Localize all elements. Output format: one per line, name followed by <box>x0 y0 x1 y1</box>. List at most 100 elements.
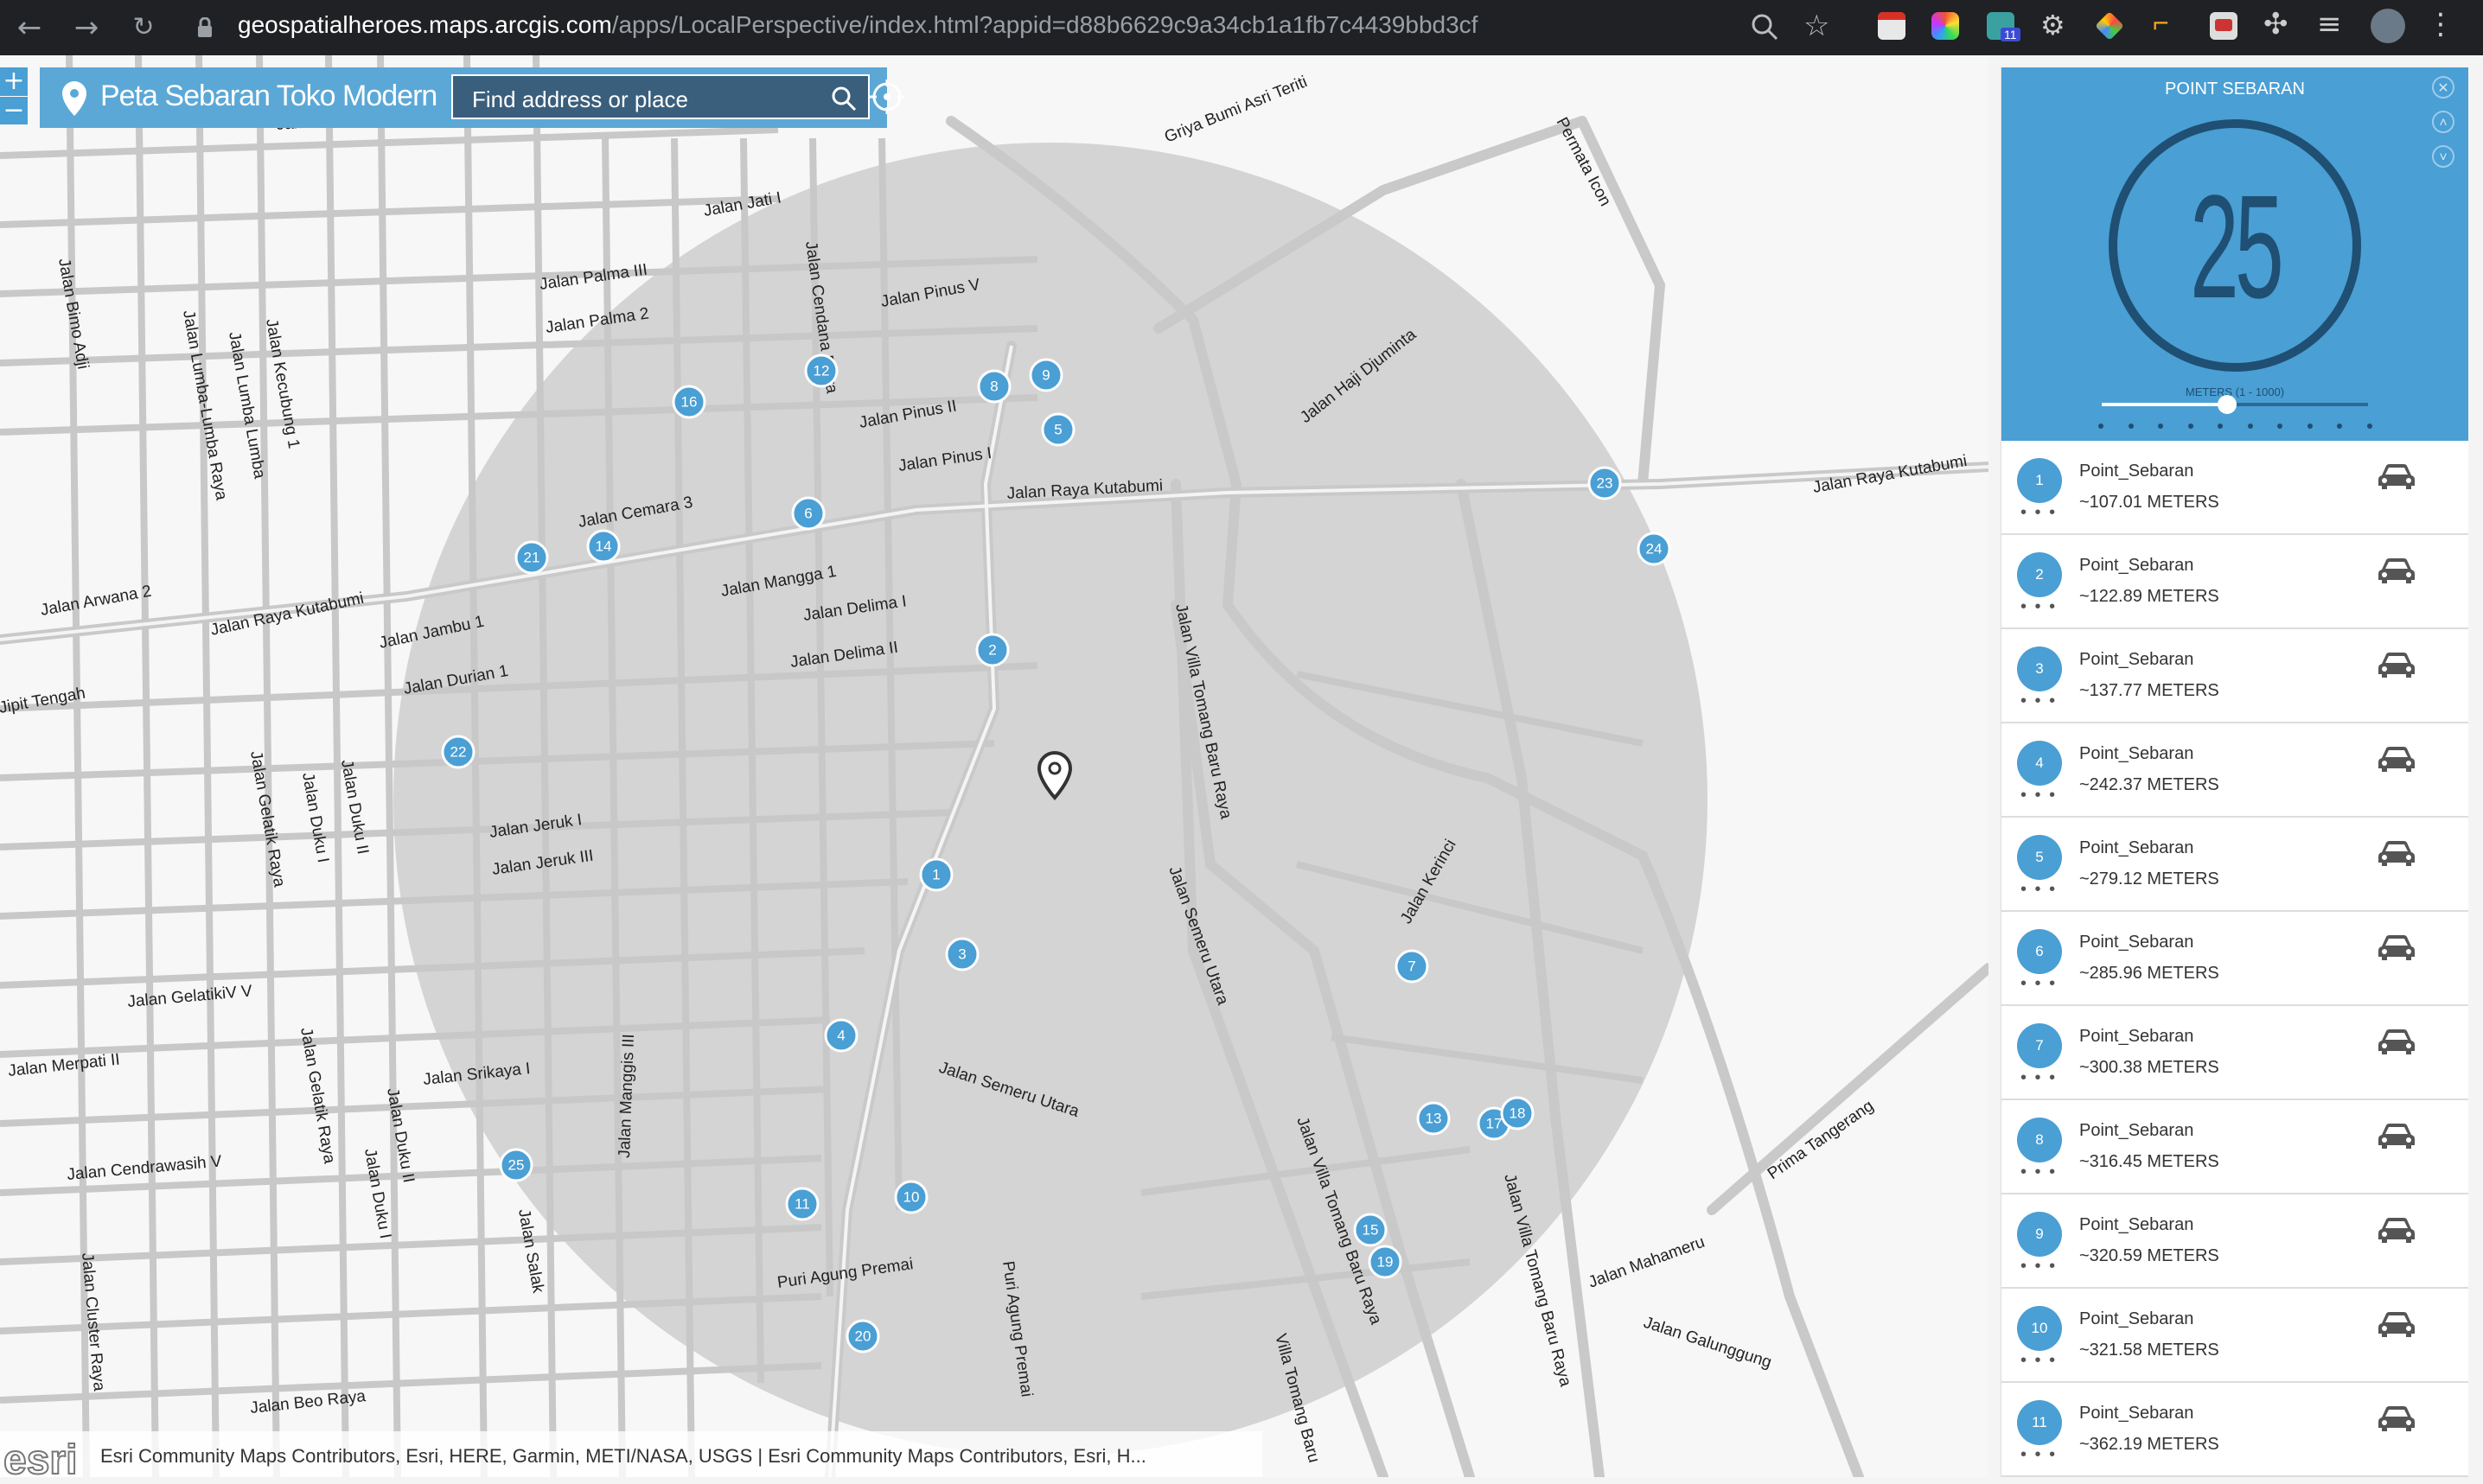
extension-bracket-icon[interactable]: ⌐ <box>2153 7 2169 39</box>
result-row[interactable]: 8 • • • Point_Sebaran ~316.45 METERS <box>2001 1100 2468 1194</box>
car-icon[interactable] <box>2377 556 2416 589</box>
extension-window-icon[interactable] <box>2210 12 2237 40</box>
more-dots-icon[interactable]: • • • <box>2020 1163 2064 1181</box>
result-row[interactable]: 6 • • • Point_Sebaran ~285.96 METERS <box>2001 912 2468 1006</box>
more-dots-icon[interactable]: • • • <box>2020 692 2064 710</box>
map-marker-8[interactable]: 8 <box>977 369 1012 404</box>
map-marker-label: 11 <box>795 1196 810 1213</box>
map-marker-25[interactable]: 25 <box>499 1148 533 1182</box>
attribution-text[interactable]: Esri Community Maps Contributors, Esri, … <box>100 1445 1146 1468</box>
extension-badge-icon[interactable]: 11 <box>1987 12 2020 41</box>
menu-kebab-icon[interactable]: ⋮ <box>2426 7 2455 41</box>
map-marker-22[interactable]: 22 <box>441 735 476 769</box>
back-icon[interactable]: ← <box>12 10 47 45</box>
puzzle-icon[interactable]: ✣ <box>2263 7 2288 41</box>
map-marker-20[interactable]: 20 <box>846 1319 880 1353</box>
more-dots-icon[interactable]: • • • <box>2020 1069 2064 1086</box>
result-row[interactable]: 9 • • • Point_Sebaran ~320.59 METERS <box>2001 1194 2468 1289</box>
map-marker-14[interactable]: 14 <box>586 529 621 564</box>
url-text[interactable]: geospatialheroes.maps.arcgis.com/apps/Lo… <box>238 11 1478 39</box>
map-marker-2[interactable]: 2 <box>975 633 1010 667</box>
more-dots-icon[interactable]: • • • <box>2020 1258 2064 1275</box>
zoom-page-icon[interactable] <box>1750 12 1779 41</box>
map-marker-10[interactable]: 10 <box>894 1180 929 1214</box>
car-icon[interactable] <box>2377 744 2416 778</box>
map-marker-4[interactable]: 4 <box>824 1018 859 1053</box>
map-marker-label: 5 <box>1054 422 1062 438</box>
more-dots-icon[interactable]: • • • <box>2020 787 2064 804</box>
car-icon[interactable] <box>2377 462 2416 495</box>
forward-icon[interactable]: → <box>69 10 104 45</box>
extension-color-icon[interactable] <box>1931 12 1959 40</box>
media-queue-icon[interactable]: ≡ <box>2317 7 2342 41</box>
result-row[interactable]: 7 • • • Point_Sebaran ~300.38 METERS <box>2001 1006 2468 1100</box>
map-marker-21[interactable]: 21 <box>514 540 549 575</box>
close-icon[interactable]: ✕ <box>2432 76 2454 99</box>
search-input[interactable]: Find address or place <box>472 86 688 113</box>
map-marker-15[interactable]: 15 <box>1353 1213 1388 1247</box>
map-marker-16[interactable]: 16 <box>672 385 706 419</box>
search-box[interactable]: Find address or place <box>451 74 870 119</box>
map-marker-7[interactable]: 7 <box>1395 949 1429 984</box>
result-name: Point_Sebaran <box>2079 1404 2194 1423</box>
car-icon[interactable] <box>2377 650 2416 684</box>
map-marker-13[interactable]: 13 <box>1416 1101 1451 1136</box>
result-row[interactable]: 1 • • • Point_Sebaran ~107.01 METERS <box>2001 441 2468 535</box>
more-dots-icon[interactable]: • • • <box>2020 598 2064 615</box>
result-row[interactable]: 10 • • • Point_Sebaran ~321.58 METERS <box>2001 1289 2468 1383</box>
map-marker-1[interactable]: 1 <box>919 857 954 892</box>
map-view[interactable]: Griya Bumi Asri Teriti Permata Icon Jalan … <box>0 55 1988 1477</box>
more-dots-icon[interactable]: • • • <box>2020 1352 2064 1369</box>
result-row[interactable]: 3 • • • Point_Sebaran ~137.77 METERS <box>2001 629 2468 723</box>
map-marker-label: 6 <box>804 506 812 522</box>
more-dots-icon[interactable]: • • • <box>2020 975 2064 992</box>
zoom-controls: + − <box>0 67 28 124</box>
car-icon[interactable] <box>2377 1027 2416 1060</box>
car-icon[interactable] <box>2377 1309 2416 1343</box>
car-icon[interactable] <box>2377 1121 2416 1155</box>
more-dots-icon[interactable]: • • • <box>2020 881 2064 898</box>
result-row[interactable]: 2 • • • Point_Sebaran ~122.89 METERS <box>2001 535 2468 629</box>
chevron-up-icon[interactable]: ˄ <box>2432 111 2454 133</box>
more-dots-icon[interactable]: • • • <box>2020 504 2064 521</box>
result-row[interactable]: 11 • • • Point_Sebaran ~362.19 METERS <box>2001 1383 2468 1477</box>
map-marker-3[interactable]: 3 <box>945 937 980 971</box>
zoom-in-button[interactable]: + <box>0 67 28 97</box>
extension-diamond-icon[interactable] <box>2095 11 2124 41</box>
car-icon[interactable] <box>2377 1215 2416 1249</box>
chevron-down-icon[interactable]: ˅ <box>2432 145 2454 168</box>
avatar[interactable] <box>2371 9 2405 43</box>
slider-thumb[interactable] <box>2217 395 2237 414</box>
result-name: Point_Sebaran <box>2079 556 2194 575</box>
map-marker-12[interactable]: 12 <box>804 353 839 388</box>
map-marker-11[interactable]: 11 <box>785 1187 820 1221</box>
map-marker-23[interactable]: 23 <box>1587 466 1622 500</box>
car-icon[interactable] <box>2377 838 2416 872</box>
map-marker-19[interactable]: 19 <box>1368 1245 1402 1279</box>
radius-slider[interactable] <box>2102 395 2368 414</box>
map-marker-9[interactable]: 9 <box>1029 358 1063 392</box>
result-row[interactable]: 5 • • • Point_Sebaran ~279.12 METERS <box>2001 818 2468 912</box>
result-distance: ~107.01 METERS <box>2079 493 2219 512</box>
map-marker-6[interactable]: 6 <box>791 496 826 531</box>
locate-me-icon[interactable] <box>870 80 904 114</box>
extension-calendar-icon[interactable] <box>1878 12 1905 40</box>
result-number: 8 <box>2017 1118 2062 1162</box>
panel-header: POINT SEBARAN ✕ ˄ ˅ 25 METERS (1 - 1000) <box>2001 67 2468 441</box>
map-marker-18[interactable]: 18 <box>1500 1096 1535 1131</box>
map-marker-5[interactable]: 5 <box>1041 412 1076 447</box>
car-icon[interactable] <box>2377 1404 2416 1437</box>
slider-label: METERS (1 - 1000) <box>2185 385 2285 398</box>
result-number: 6 <box>2017 929 2062 974</box>
reload-icon[interactable]: ↻ <box>126 10 161 45</box>
bookmark-star-icon[interactable]: ☆ <box>1803 9 1829 43</box>
result-row[interactable]: 4 • • • Point_Sebaran ~242.37 METERS <box>2001 723 2468 818</box>
result-number: 7 <box>2017 1023 2062 1068</box>
search-icon[interactable] <box>830 85 858 112</box>
zoom-out-button[interactable]: − <box>0 97 28 125</box>
map-canvas[interactable]: Griya Bumi Asri TeritiPermata IconJalan … <box>0 55 1988 1477</box>
map-marker-24[interactable]: 24 <box>1637 532 1671 566</box>
gear-icon[interactable]: ⚙ <box>2040 9 2065 41</box>
more-dots-icon[interactable]: • • • <box>2020 1446 2064 1463</box>
car-icon[interactable] <box>2377 933 2416 966</box>
